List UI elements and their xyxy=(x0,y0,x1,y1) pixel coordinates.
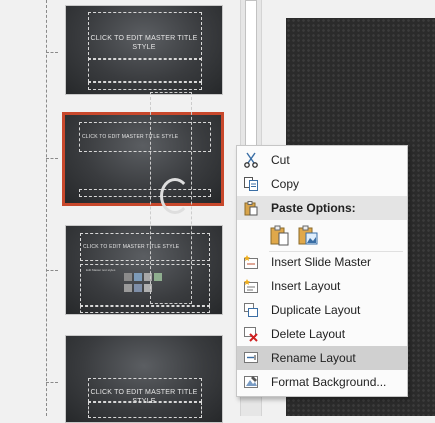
menu-item-label: Copy xyxy=(271,177,300,191)
delete-layout-icon xyxy=(242,325,260,343)
canvas-ring-shape xyxy=(160,178,190,214)
menu-item-label: Delete Layout xyxy=(271,327,346,341)
insert-slide-master-icon xyxy=(242,253,260,271)
menu-header-paste-options: Paste Options: xyxy=(237,196,407,220)
format-background-icon xyxy=(242,373,260,391)
slide-thumbnail-2[interactable]: CLICK TO EDIT MASTER TITLE STYLE xyxy=(62,112,224,206)
layout-tree-connector xyxy=(46,270,58,271)
menu-item-label: Paste Options: xyxy=(271,201,356,215)
footer-placeholder xyxy=(80,306,210,313)
layout-tree-connector xyxy=(46,382,58,383)
menu-item-label: Insert Slide Master xyxy=(271,255,372,269)
menu-item-label: Insert Layout xyxy=(271,279,341,293)
subtitle-placeholder xyxy=(88,58,202,82)
duplicate-layout-icon xyxy=(242,301,260,319)
rename-layout-icon xyxy=(242,349,260,367)
layout-tree-connector xyxy=(46,158,58,159)
menu-item-rename-layout[interactable]: Rename Layout xyxy=(237,346,407,370)
menu-item-cut[interactable]: Cut xyxy=(237,148,407,172)
slide-thumbnail-4[interactable]: CLICK TO EDIT MASTER TITLE STYLE xyxy=(65,335,223,423)
slide-thumbnail-1[interactable]: CLICK TO EDIT MASTER TITLE STYLE xyxy=(65,5,223,95)
menu-item-duplicate-layout[interactable]: Duplicate Layout xyxy=(237,298,407,322)
menu-item-format-background[interactable]: Format Background... xyxy=(237,370,407,394)
layout-tree-line xyxy=(46,0,47,416)
scrollbar-thumb[interactable] xyxy=(245,0,257,148)
menu-item-copy[interactable]: Copy xyxy=(237,172,407,196)
menu-item-label: Cut xyxy=(271,153,290,167)
footer-placeholder xyxy=(88,82,202,90)
menu-item-label: Rename Layout xyxy=(271,351,356,365)
insert-layout-icon xyxy=(242,277,260,295)
menu-item-label: Duplicate Layout xyxy=(271,303,361,317)
copy-icon xyxy=(242,175,260,193)
paste-use-destination-theme-icon[interactable] xyxy=(269,224,291,246)
content-text: Edit Master text styles xyxy=(86,268,116,272)
slide-thumbnail-3[interactable]: CLICK TO EDIT MASTER TITLE STYLE Edit Ma… xyxy=(65,225,223,315)
context-menu: Cut Copy Paste Options: Insert Slide Mas… xyxy=(236,145,408,397)
thumbnail-title: CLICK TO EDIT MASTER TITLE STYLE xyxy=(90,35,198,51)
menu-item-label: Format Background... xyxy=(271,375,387,389)
paste-options-row xyxy=(267,222,327,248)
paste-icon xyxy=(242,199,260,217)
layout-tree-connector xyxy=(46,52,58,53)
scissors-icon xyxy=(242,151,260,169)
menu-item-insert-slide-master[interactable]: Insert Slide Master xyxy=(237,250,407,274)
menu-item-delete-layout[interactable]: Delete Layout xyxy=(237,322,407,346)
slide-thumbnail-pane: CLICK TO EDIT MASTER TITLE STYLE CLICK T… xyxy=(0,0,240,423)
menu-item-insert-layout[interactable]: Insert Layout xyxy=(237,274,407,298)
paste-picture-icon[interactable] xyxy=(297,224,319,246)
